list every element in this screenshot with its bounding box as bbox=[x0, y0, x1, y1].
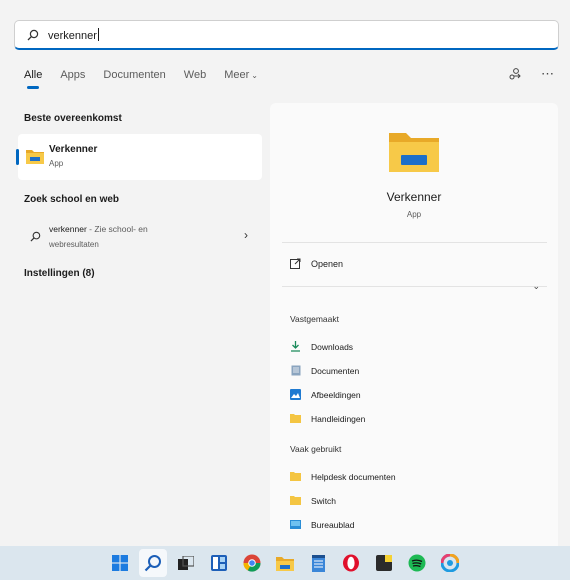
filter-tabs: Alle Apps Documenten Web Meer ⌄ bbox=[24, 69, 276, 89]
download-icon bbox=[290, 341, 301, 352]
best-match-item[interactable]: Verkenner App bbox=[16, 134, 262, 180]
windows-start-icon[interactable] bbox=[106, 549, 134, 577]
file-explorer-icon bbox=[389, 133, 439, 172]
frequent-heading: Vaak gebruikt bbox=[290, 444, 342, 454]
tab-web[interactable]: Web bbox=[184, 69, 206, 81]
folder-icon bbox=[290, 413, 301, 424]
file-explorer-icon[interactable] bbox=[271, 549, 299, 577]
open-button[interactable]: Openen bbox=[290, 258, 343, 269]
widgets-icon[interactable] bbox=[205, 549, 233, 577]
chrome-icon[interactable] bbox=[238, 549, 266, 577]
search-icon bbox=[30, 231, 41, 242]
pinned-item-afbeeldingen[interactable]: Afbeeldingen bbox=[290, 389, 361, 400]
frequent-item-helpdesk[interactable]: Helpdesk documenten bbox=[290, 471, 396, 482]
chevron-right-icon: › bbox=[244, 228, 248, 242]
open-icon bbox=[290, 258, 301, 269]
notepad-icon[interactable] bbox=[304, 549, 332, 577]
divider bbox=[282, 242, 547, 243]
folder-icon bbox=[290, 471, 301, 482]
document-icon bbox=[290, 365, 301, 376]
best-match-heading: Beste overeenkomst bbox=[24, 113, 122, 124]
best-match-name: Verkenner bbox=[49, 144, 98, 155]
pinned-item-documenten[interactable]: Documenten bbox=[290, 365, 359, 376]
web-result-line2: webresultaten bbox=[49, 240, 99, 249]
web-result-item[interactable]: verkenner - Zie school- en webresultaten… bbox=[18, 220, 262, 254]
pictures-icon bbox=[290, 389, 301, 400]
spotify-icon[interactable] bbox=[403, 549, 431, 577]
pinned-item-handleidingen[interactable]: Handleidingen bbox=[290, 413, 365, 424]
file-explorer-icon bbox=[26, 150, 44, 164]
search-input[interactable]: verkenner bbox=[48, 27, 99, 42]
preview-pane: Verkenner App Openen ⌄ Vastgemaakt Downl… bbox=[270, 103, 558, 546]
search-icon[interactable] bbox=[139, 549, 167, 577]
app-type: App bbox=[406, 210, 422, 219]
frequent-item-bureaublad[interactable]: Bureaublad bbox=[290, 519, 354, 530]
tab-apps[interactable]: Apps bbox=[60, 69, 85, 81]
search-icon bbox=[27, 29, 39, 40]
pinned-item-downloads[interactable]: Downloads bbox=[290, 341, 353, 352]
top-actions: ⋯ bbox=[509, 66, 554, 82]
divider bbox=[282, 286, 547, 287]
chevron-down-icon: ⌄ bbox=[251, 71, 258, 80]
sticky-notes-icon[interactable] bbox=[370, 549, 398, 577]
task-view-icon[interactable] bbox=[172, 549, 200, 577]
tab-alle[interactable]: Alle bbox=[24, 69, 42, 89]
opera-icon[interactable] bbox=[337, 549, 365, 577]
app-title: Verkenner bbox=[386, 190, 442, 204]
start-search-panel: verkenner Alle Apps Documenten Web Meer ⌄… bbox=[0, 0, 570, 546]
pinned-heading: Vastgemaakt bbox=[290, 314, 339, 324]
settings-heading[interactable]: Instellingen (8) bbox=[24, 268, 95, 279]
tab-meer[interactable]: Meer ⌄ bbox=[224, 69, 258, 81]
taskbar bbox=[0, 546, 570, 580]
folder-icon bbox=[290, 495, 301, 506]
tab-documenten[interactable]: Documenten bbox=[103, 69, 165, 81]
best-match-type: App bbox=[49, 159, 64, 168]
web-result-text: verkenner - Zie school- en bbox=[49, 224, 148, 234]
desktop-icon bbox=[290, 519, 301, 530]
search-box[interactable]: verkenner bbox=[14, 20, 559, 50]
chevron-down-icon[interactable]: ⌄ bbox=[532, 281, 540, 292]
frequent-item-switch[interactable]: Switch bbox=[290, 495, 336, 506]
more-icon[interactable]: ⋯ bbox=[541, 66, 554, 82]
photos-icon[interactable] bbox=[436, 549, 464, 577]
share-icon[interactable] bbox=[509, 67, 523, 81]
web-heading: Zoek school en web bbox=[24, 194, 120, 205]
